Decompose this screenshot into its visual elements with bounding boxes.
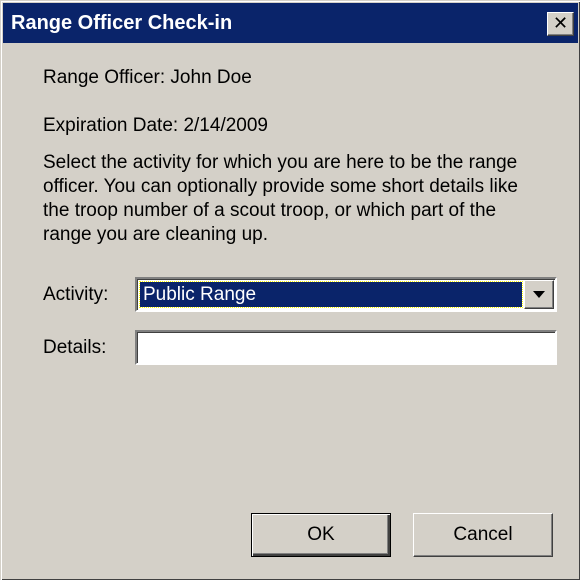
activity-label: Activity: bbox=[43, 284, 109, 305]
close-button[interactable]: ✕ bbox=[547, 12, 574, 36]
dropdown-button[interactable] bbox=[524, 280, 554, 309]
cancel-button[interactable]: Cancel bbox=[413, 513, 553, 557]
activity-dropdown[interactable]: Public Range bbox=[135, 277, 557, 312]
window-title: Range Officer Check-in bbox=[11, 12, 233, 34]
activity-selected-value: Public Range bbox=[139, 281, 523, 308]
chevron-down-icon bbox=[533, 291, 545, 298]
instructions-text: Select the activity for which you are he… bbox=[43, 152, 518, 245]
details-input[interactable] bbox=[135, 330, 557, 365]
range-officer-label: Range Officer: John Doe bbox=[43, 67, 252, 88]
close-icon: ✕ bbox=[552, 13, 569, 34]
title-bar[interactable]: Range Officer Check-in ✕ bbox=[3, 3, 578, 43]
dialog-window: Range Officer Check-in ✕ Range Officer: … bbox=[0, 0, 580, 580]
expiration-date-label: Expiration Date: 2/14/2009 bbox=[43, 115, 268, 136]
ok-button[interactable]: OK bbox=[251, 513, 391, 557]
details-label: Details: bbox=[43, 337, 107, 358]
